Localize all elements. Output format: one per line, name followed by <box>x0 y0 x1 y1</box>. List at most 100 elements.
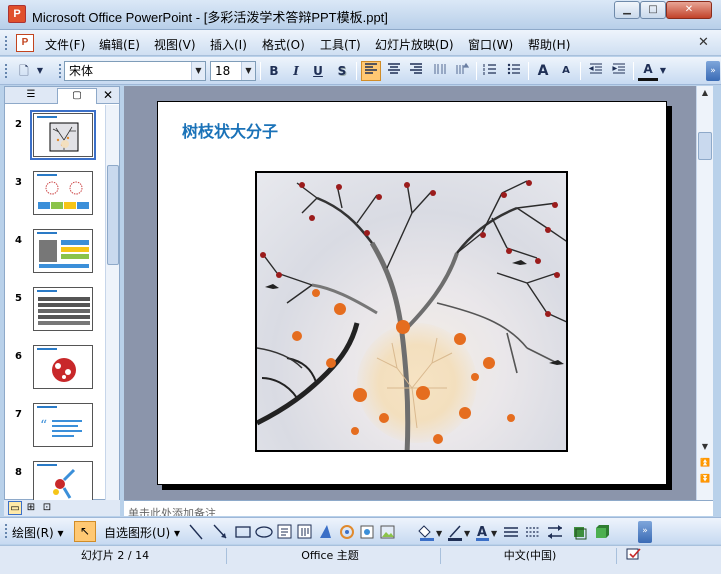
numbering-button[interactable] <box>480 61 500 81</box>
drawbar-grip-icon[interactable] <box>4 523 8 539</box>
arrow-style-icon <box>548 525 562 539</box>
slide-7-preview-icon: “ <box>40 418 82 437</box>
rectangle-icon <box>235 526 251 538</box>
notes-pane[interactable]: 单击此处添加备注 <box>124 500 713 516</box>
new-document-icon[interactable]: 🗋 <box>14 61 34 81</box>
slide-thumbnail-4[interactable] <box>33 229 93 273</box>
align-right-button[interactable] <box>406 61 426 81</box>
menu-help[interactable]: 帮助(H) <box>528 36 570 53</box>
italic-button[interactable]: I <box>286 61 306 81</box>
slide-thumbnail-5[interactable] <box>33 287 93 331</box>
slide-thumbnails: 2 3 4 5 6 7 “ 8 <box>5 105 105 501</box>
font-color-dropdown-icon[interactable]: ▼ <box>658 61 668 81</box>
thumbnail-number: 5 <box>15 293 22 304</box>
menu-tools[interactable]: 工具(T) <box>320 36 361 53</box>
tab-outline[interactable]: ☰ <box>7 88 55 104</box>
thumbnail-scrollbar[interactable] <box>105 105 119 501</box>
slideshow-view-icon[interactable]: ⊡ <box>40 501 54 515</box>
menu-view[interactable]: 视图(V) <box>154 36 196 53</box>
thumbnail-title-bar <box>37 232 57 234</box>
bold-button[interactable]: B <box>264 61 284 81</box>
slide-thumbnail-7[interactable]: “ <box>33 403 93 447</box>
shrink-font-button[interactable]: A <box>556 61 576 81</box>
slide-4-preview-icon <box>39 240 89 268</box>
close-window-button[interactable]: ✕ <box>666 1 712 19</box>
font-size-dropdown-icon[interactable]: ▼ <box>241 62 255 80</box>
menu-slideshow[interactable]: 幻灯片放映(D) <box>375 36 454 53</box>
thumbnail-title-bar <box>37 174 57 176</box>
status-divider <box>616 548 617 564</box>
slide-6-preview-icon <box>52 358 76 382</box>
increase-indent-button[interactable] <box>609 61 629 81</box>
font-name-combo[interactable]: 宋体 ▼ <box>64 61 206 81</box>
draw-menu[interactable]: 绘图(R) ▾ <box>12 524 64 541</box>
slide-scrollbar[interactable]: ▲ ▼ ⏫ ⏬ <box>696 86 713 500</box>
menu-grip-icon[interactable] <box>4 35 8 51</box>
slide-thumbnail-2[interactable] <box>30 110 96 160</box>
slide-thumbnail-6[interactable] <box>33 345 93 389</box>
thumbnail-number: 3 <box>15 177 22 188</box>
bullets-button[interactable] <box>504 61 524 81</box>
close-document-icon[interactable]: ✕ <box>698 35 709 50</box>
shadow-button[interactable]: S <box>332 61 352 81</box>
dash-style-icon <box>526 527 540 537</box>
next-slide-icon[interactable]: ⏬ <box>698 472 712 486</box>
scroll-down-icon[interactable]: ▼ <box>698 440 712 454</box>
thumbnail-number: 4 <box>15 235 22 246</box>
maximize-button[interactable]: □ <box>640 1 666 19</box>
line-icon <box>189 524 203 540</box>
thumbnail-scroll-thumb[interactable] <box>107 165 119 265</box>
font-color-button[interactable]: A <box>638 61 658 81</box>
formatting-toolbar: 🗋 ▼ 宋体 ▼ 18 ▼ B I U S A A A ▼ » <box>0 57 721 85</box>
increase-indent-icon <box>612 63 625 74</box>
slide-8-preview-icon <box>53 468 76 499</box>
powerpoint-app-icon[interactable]: P <box>8 5 26 23</box>
grow-font-button[interactable]: A <box>533 61 553 81</box>
menu-window[interactable]: 窗口(W) <box>468 36 513 53</box>
slide-thumbnail-3[interactable] <box>33 171 93 215</box>
arrow-icon <box>213 524 227 539</box>
document-icon[interactable]: P <box>16 34 34 52</box>
toolbar-options-chevron-icon[interactable]: » <box>706 61 720 81</box>
spelling-check-icon[interactable] <box>624 548 644 564</box>
menu-file[interactable]: 文件(F) <box>45 36 85 53</box>
underline-button[interactable]: U <box>308 61 328 81</box>
slide-title[interactable]: 树枝状大分子 <box>182 118 278 142</box>
thumbnail-number: 8 <box>15 467 22 478</box>
tree-picture[interactable] <box>255 171 568 452</box>
select-objects-icon[interactable]: ↖ <box>74 521 96 542</box>
toolbar-separator-4 <box>528 62 529 80</box>
drawbar-options-chevron-icon[interactable]: » <box>638 521 652 543</box>
align-center-button[interactable] <box>384 61 404 81</box>
current-slide[interactable]: 树枝状大分子 <box>157 101 667 485</box>
autoshapes-menu[interactable]: 自选图形(U) ▾ <box>104 524 180 541</box>
pane-close-icon[interactable]: ✕ <box>103 88 113 102</box>
text-box-icon <box>277 524 292 539</box>
scroll-up-icon[interactable]: ▲ <box>698 86 712 100</box>
svg-text:A: A <box>477 525 487 540</box>
font-name-dropdown-icon[interactable]: ▼ <box>191 62 205 80</box>
align-left-button[interactable] <box>361 61 381 81</box>
minimize-button[interactable]: ▁ <box>614 1 640 19</box>
previous-slide-icon[interactable]: ⏫ <box>698 456 712 470</box>
3d-style-icon <box>596 525 609 538</box>
menu-insert[interactable]: 插入(I) <box>210 36 247 53</box>
menu-edit[interactable]: 编辑(E) <box>99 36 140 53</box>
menu-format[interactable]: 格式(O) <box>262 36 305 53</box>
font-size-combo[interactable]: 18 ▼ <box>210 61 256 81</box>
drawing-tools-icons: ▼ ▼ A ▼ <box>189 524 609 541</box>
tab-slides[interactable]: ▢ <box>57 88 97 104</box>
slide-sorter-view-icon[interactable]: ⊞ <box>24 501 38 515</box>
align-center-icon <box>388 63 400 74</box>
status-language: 中文(中国) <box>503 549 557 562</box>
slide-scroll-thumb[interactable] <box>698 132 712 160</box>
line-color-icon: ▼ <box>448 525 471 541</box>
slide-thumbnail-8[interactable] <box>33 461 93 501</box>
distribute-columns-button[interactable] <box>430 61 450 81</box>
decrease-indent-button[interactable] <box>586 61 606 81</box>
toolbar-grip-icon-2[interactable] <box>58 63 62 79</box>
normal-view-icon[interactable]: ▭ <box>8 501 22 515</box>
text-direction-button[interactable] <box>452 61 472 81</box>
toolbar-grip-icon[interactable] <box>4 63 8 79</box>
new-dropdown-icon[interactable]: ▼ <box>34 61 46 81</box>
